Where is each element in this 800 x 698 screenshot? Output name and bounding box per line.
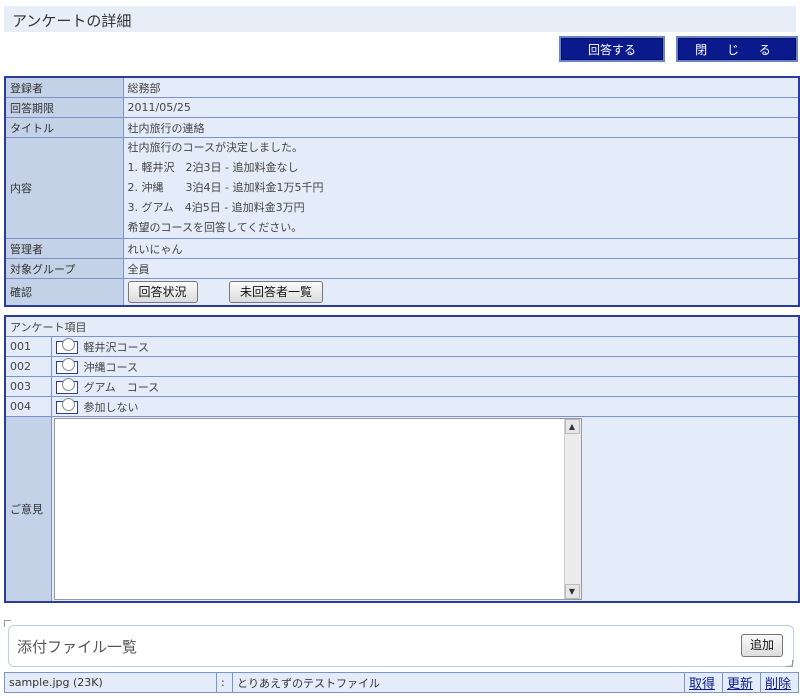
content-label: 内容 bbox=[4, 137, 124, 239]
opinion-textarea[interactable]: ▲ ▼ bbox=[53, 418, 582, 600]
file-separator: : bbox=[216, 672, 233, 693]
content-line: 3. グアム 4泊5日 - 追加料金3万円 bbox=[127, 201, 305, 214]
info-row-confirm: 確認 回答状況 未回答者一覧 bbox=[4, 278, 800, 307]
option-number: 002 bbox=[4, 356, 52, 377]
info-row-registrant: 登録者 総務部 bbox=[4, 76, 800, 98]
textarea-scrollbar[interactable]: ▲ ▼ bbox=[563, 419, 581, 599]
option-number: 001 bbox=[4, 336, 52, 357]
option-number: 003 bbox=[4, 376, 52, 397]
corner-mark-icon bbox=[786, 660, 793, 667]
attachment-file-table: sample.jpg (23K) : とりあえずのテストファイル 取得 更新 削… bbox=[4, 672, 799, 693]
title-label: タイトル bbox=[4, 117, 124, 138]
info-row-content: 内容 社内旅行のコースが決定しました。 1. 軽井沢 2泊3日 - 追加料金なし… bbox=[4, 137, 800, 239]
info-row-deadline: 回答期限 2011/05/25 bbox=[4, 97, 800, 118]
radio-button[interactable] bbox=[55, 398, 78, 414]
info-row-group: 対象グループ 全員 bbox=[4, 258, 800, 279]
file-description: とりあえずのテストファイル bbox=[232, 672, 685, 693]
confirm-label: 確認 bbox=[4, 278, 124, 307]
attachment-row: sample.jpg (23K) : とりあえずのテストファイル 取得 更新 削… bbox=[4, 672, 799, 693]
page-title: アンケートの詳細 bbox=[12, 12, 132, 30]
group-label: 対象グループ bbox=[4, 258, 124, 279]
add-attachment-button[interactable]: 追加 bbox=[740, 634, 783, 657]
option-cell: 軽井沢コース bbox=[50, 336, 800, 357]
scroll-up-arrow-icon[interactable]: ▲ bbox=[564, 419, 580, 434]
survey-option-row: 002 沖縄コース bbox=[4, 356, 800, 377]
survey-info-table: 登録者 総務部 回答期限 2011/05/25 タイトル 社内旅行の連絡 内容 … bbox=[4, 76, 800, 307]
file-name: sample.jpg (23K) bbox=[4, 672, 217, 693]
unanswered-list-button[interactable]: 未回答者一覧 bbox=[229, 281, 324, 303]
radio-button[interactable] bbox=[55, 338, 78, 354]
option-cell: グアム コース bbox=[50, 376, 800, 397]
survey-option-row: 004 参加しない bbox=[4, 396, 800, 417]
deadline-label: 回答期限 bbox=[4, 97, 124, 118]
survey-option-row: 003 グアム コース bbox=[4, 376, 800, 397]
survey-items-table: アンケート項目 001 軽井沢コース 002 沖縄コース 003 グアム コース… bbox=[4, 315, 800, 603]
delete-file-link[interactable]: 削除 bbox=[765, 677, 791, 692]
update-file-link[interactable]: 更新 bbox=[727, 677, 753, 692]
content-line: 2. 沖縄 3泊4日 - 追加料金1万5千円 bbox=[127, 181, 324, 194]
option-cell: 沖縄コース bbox=[50, 356, 800, 377]
answer-status-button[interactable]: 回答状況 bbox=[127, 281, 198, 303]
info-row-manager: 管理者 れいにゃん bbox=[4, 238, 800, 259]
info-row-title: タイトル 社内旅行の連絡 bbox=[4, 117, 800, 138]
get-file-link[interactable]: 取得 bbox=[689, 677, 715, 692]
manager-label: 管理者 bbox=[4, 238, 124, 259]
survey-heading: アンケート項目 bbox=[4, 315, 800, 337]
option-number: 004 bbox=[4, 396, 52, 417]
survey-option-row: 001 軽井沢コース bbox=[4, 336, 800, 357]
attachment-title: 添付ファイル一覧 bbox=[17, 638, 138, 656]
opinion-cell: ▲ ▼ bbox=[50, 416, 800, 603]
content-line: 希望のコースを回答してください。 bbox=[127, 221, 303, 234]
radio-button[interactable] bbox=[55, 378, 78, 394]
manager-value: れいにゃん bbox=[122, 238, 800, 259]
option-label: 沖縄コース bbox=[83, 360, 138, 374]
content-line: 1. 軽井沢 2泊3日 - 追加料金なし bbox=[127, 161, 299, 174]
option-label: 参加しない bbox=[83, 400, 139, 414]
deadline-value: 2011/05/25 bbox=[122, 97, 800, 118]
option-label: グアム コース bbox=[83, 380, 160, 394]
title-value: 社内旅行の連絡 bbox=[122, 117, 800, 138]
registrant-label: 登録者 bbox=[4, 76, 124, 98]
content-value: 社内旅行のコースが決定しました。 1. 軽井沢 2泊3日 - 追加料金なし 2.… bbox=[122, 137, 800, 239]
option-cell: 参加しない bbox=[50, 396, 800, 417]
survey-heading-row: アンケート項目 bbox=[4, 315, 800, 337]
group-value: 全員 bbox=[122, 258, 800, 279]
radio-button[interactable] bbox=[55, 358, 78, 374]
registrant-value: 総務部 bbox=[122, 76, 800, 98]
close-button[interactable]: 閉 じ る bbox=[676, 36, 798, 62]
opinion-label: ご意見 bbox=[4, 416, 52, 603]
attachment-panel: 添付ファイル一覧 追加 bbox=[8, 625, 794, 667]
scroll-down-arrow-icon[interactable]: ▼ bbox=[564, 584, 580, 599]
opinion-row: ご意見 ▲ ▼ bbox=[4, 416, 800, 603]
content-line: 社内旅行のコースが決定しました。 bbox=[127, 141, 303, 154]
answer-button[interactable]: 回答する bbox=[559, 36, 665, 62]
page-header: アンケートの詳細 bbox=[4, 6, 796, 33]
confirm-value: 回答状況 未回答者一覧 bbox=[122, 278, 800, 307]
option-label: 軽井沢コース bbox=[83, 340, 149, 354]
